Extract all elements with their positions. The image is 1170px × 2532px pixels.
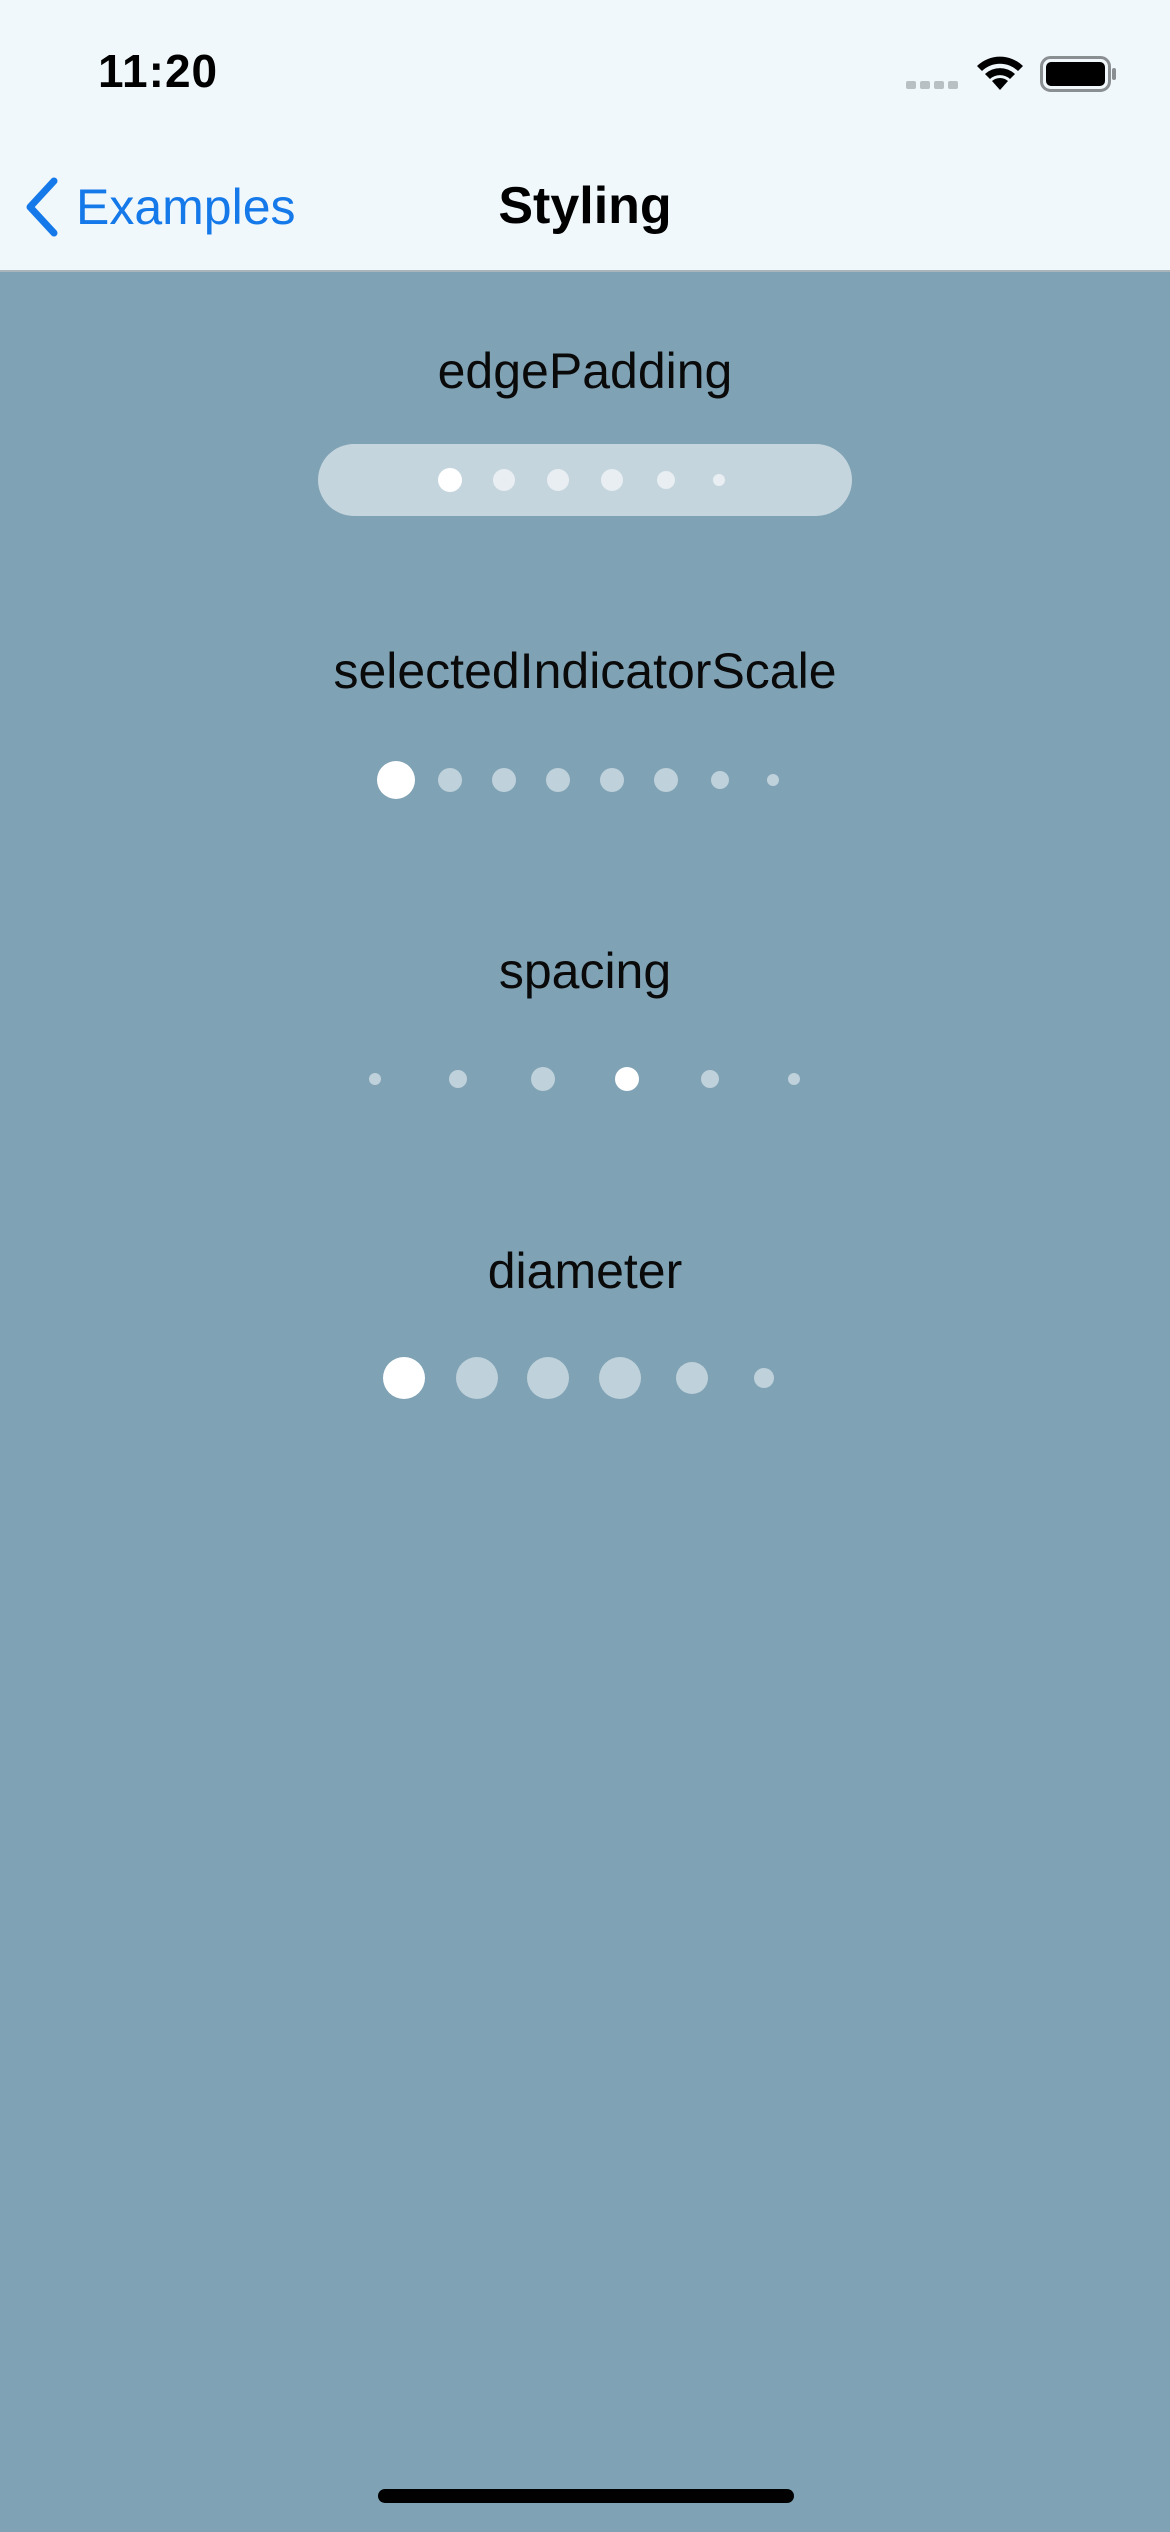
page-dot[interactable]: [601, 469, 623, 491]
navigation-bar: 11:20 Examples Styling: [0, 0, 1170, 272]
page-dot[interactable]: [456, 1357, 498, 1399]
page-dot[interactable]: [438, 768, 462, 792]
signal-icon: [906, 81, 958, 89]
page-dot[interactable]: [788, 1073, 800, 1085]
section-title-selected-indicator-scale: selectedIndicatorScale: [333, 643, 837, 699]
status-time: 11:20: [98, 45, 219, 97]
page-dot[interactable]: [493, 469, 515, 491]
page-dot[interactable]: [701, 1070, 719, 1088]
page-dot[interactable]: [713, 474, 725, 486]
page-dot[interactable]: [599, 1357, 641, 1399]
page-dot-selected[interactable]: [615, 1067, 639, 1091]
page-dot[interactable]: [492, 768, 516, 792]
page-title: Styling: [498, 177, 672, 235]
page-dot[interactable]: [676, 1362, 708, 1394]
page-dot[interactable]: [711, 771, 729, 789]
page-dot-selected[interactable]: [377, 761, 415, 799]
home-indicator[interactable]: [378, 2489, 794, 2503]
page-dot-selected[interactable]: [438, 468, 462, 492]
section-title-diameter: diameter: [487, 1243, 683, 1299]
page-dot[interactable]: [767, 774, 779, 786]
page-dot[interactable]: [547, 469, 569, 491]
page-dot[interactable]: [369, 1073, 381, 1085]
section-title-edge-padding: edgePadding: [437, 343, 733, 399]
page-dot[interactable]: [527, 1357, 569, 1399]
section-title-spacing: spacing: [498, 943, 672, 999]
page-dot[interactable]: [657, 471, 675, 489]
page-control-diameter[interactable]: [0, 0, 1170, 1399]
battery-icon: [1040, 56, 1116, 92]
page-dot[interactable]: [449, 1070, 467, 1088]
page-dot[interactable]: [754, 1368, 774, 1388]
page-dot[interactable]: [546, 768, 570, 792]
page-dot[interactable]: [600, 768, 624, 792]
page-control-edge-padding[interactable]: [318, 444, 852, 516]
page-dot-selected[interactable]: [383, 1357, 425, 1399]
wifi-icon: [977, 56, 1023, 90]
page-dot[interactable]: [531, 1067, 555, 1091]
page-dot[interactable]: [654, 768, 678, 792]
